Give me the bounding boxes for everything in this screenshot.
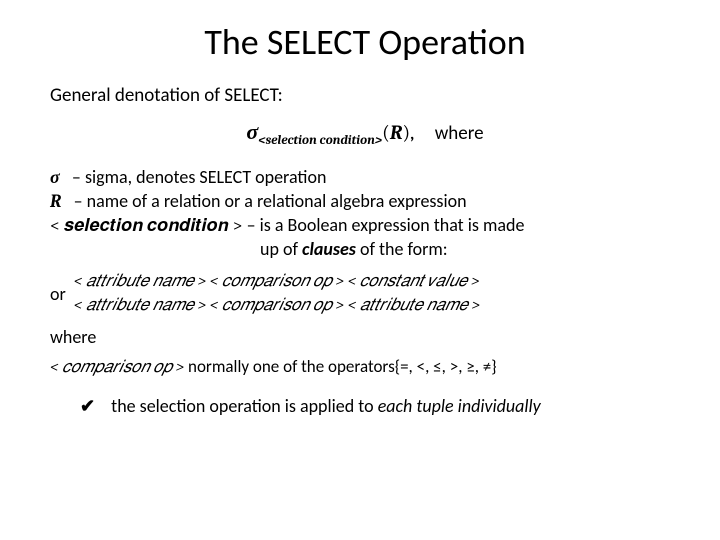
- attr-line-2: < 𝑎𝑡𝑡𝑟𝑖𝑏𝑢𝑡𝑒 𝑛𝑎𝑚𝑒 > < 𝑐𝑜𝑚𝑝𝑎𝑟𝑖𝑠𝑜𝑛 𝑜𝑝 > < 𝑎…: [74, 294, 480, 318]
- or-label: or: [50, 283, 66, 305]
- selection-condition-subscript: <selection condition>: [258, 133, 382, 148]
- R-desc: – name of a relation or a relational alg…: [74, 190, 467, 212]
- attr-line-1: < 𝑎𝑡𝑡𝑟𝑖𝑏𝑢𝑡𝑒 𝑛𝑎𝑚𝑒 > < 𝑐𝑜𝑚𝑝𝑎𝑟𝑖𝑠𝑜𝑛 𝑜𝑝 > < 𝑐…: [74, 270, 480, 294]
- R-sym: R: [50, 191, 61, 212]
- where-label: where: [50, 326, 680, 348]
- def-sigma: σ – sigma, denotes SELECT operation: [50, 166, 680, 188]
- sigma-symbol: σ: [246, 119, 258, 145]
- subtitle: General denotation of SELECT:: [50, 84, 680, 107]
- def-R: R – name of a relation or a relational a…: [50, 190, 680, 212]
- sigma-desc: – sigma, denotes SELECT operation: [72, 166, 326, 188]
- sc-desc-2a: up of: [260, 238, 302, 260]
- bullet-text-a: the selection operation is applied to: [111, 395, 378, 417]
- paren-close: ),: [402, 121, 414, 144]
- def-selection-condition: < 𝒔𝒆𝒍𝒆𝒄𝒕𝒊𝒐𝒏 𝒄𝒐𝒏𝒅𝒊𝒕𝒊𝒐𝒏 > – is a Boolean e…: [50, 214, 680, 236]
- bullet-line: ✔ the selection operation is applied to …: [80, 395, 680, 417]
- clauses-word: clauses: [302, 238, 356, 260]
- def-selection-condition-cont: up of clauses of the form:: [260, 238, 680, 260]
- comparison-op-text: normally one of the operators{=, <, ≤, >…: [184, 356, 496, 377]
- check-icon: ✔: [80, 395, 95, 417]
- slide-title: The SELECT Operation: [50, 20, 680, 64]
- relation-R: R: [390, 121, 403, 144]
- sc-sym: < 𝒔𝒆𝒍𝒆𝒄𝒕𝒊𝒐𝒏 𝒄𝒐𝒏𝒅𝒊𝒕𝒊𝒐𝒏 >: [50, 215, 243, 236]
- comparison-op-sym: < 𝑐𝑜𝑚𝑝𝑎𝑟𝑖𝑠𝑜𝑛 𝑜𝑝 >: [50, 358, 184, 377]
- or-block: or < 𝑎𝑡𝑡𝑟𝑖𝑏𝑢𝑡𝑒 𝑛𝑎𝑚𝑒 > < 𝑐𝑜𝑚𝑝𝑎𝑟𝑖𝑠𝑜𝑛 𝑜𝑝 > …: [50, 270, 680, 318]
- paren-open: (: [382, 121, 390, 144]
- bullet-text-b: each tuple individually: [378, 395, 541, 417]
- sigma-sym: σ: [50, 167, 60, 188]
- comparison-op-line: < 𝑐𝑜𝑚𝑝𝑎𝑟𝑖𝑠𝑜𝑛 𝑜𝑝 > normally one of the op…: [50, 356, 680, 377]
- select-formula: σ<selection condition>(R), where: [50, 119, 680, 148]
- where-keyword: where: [435, 122, 484, 145]
- sc-desc-2c: of the form:: [356, 238, 448, 260]
- sc-desc-1: – is a Boolean expression that is made: [247, 214, 525, 236]
